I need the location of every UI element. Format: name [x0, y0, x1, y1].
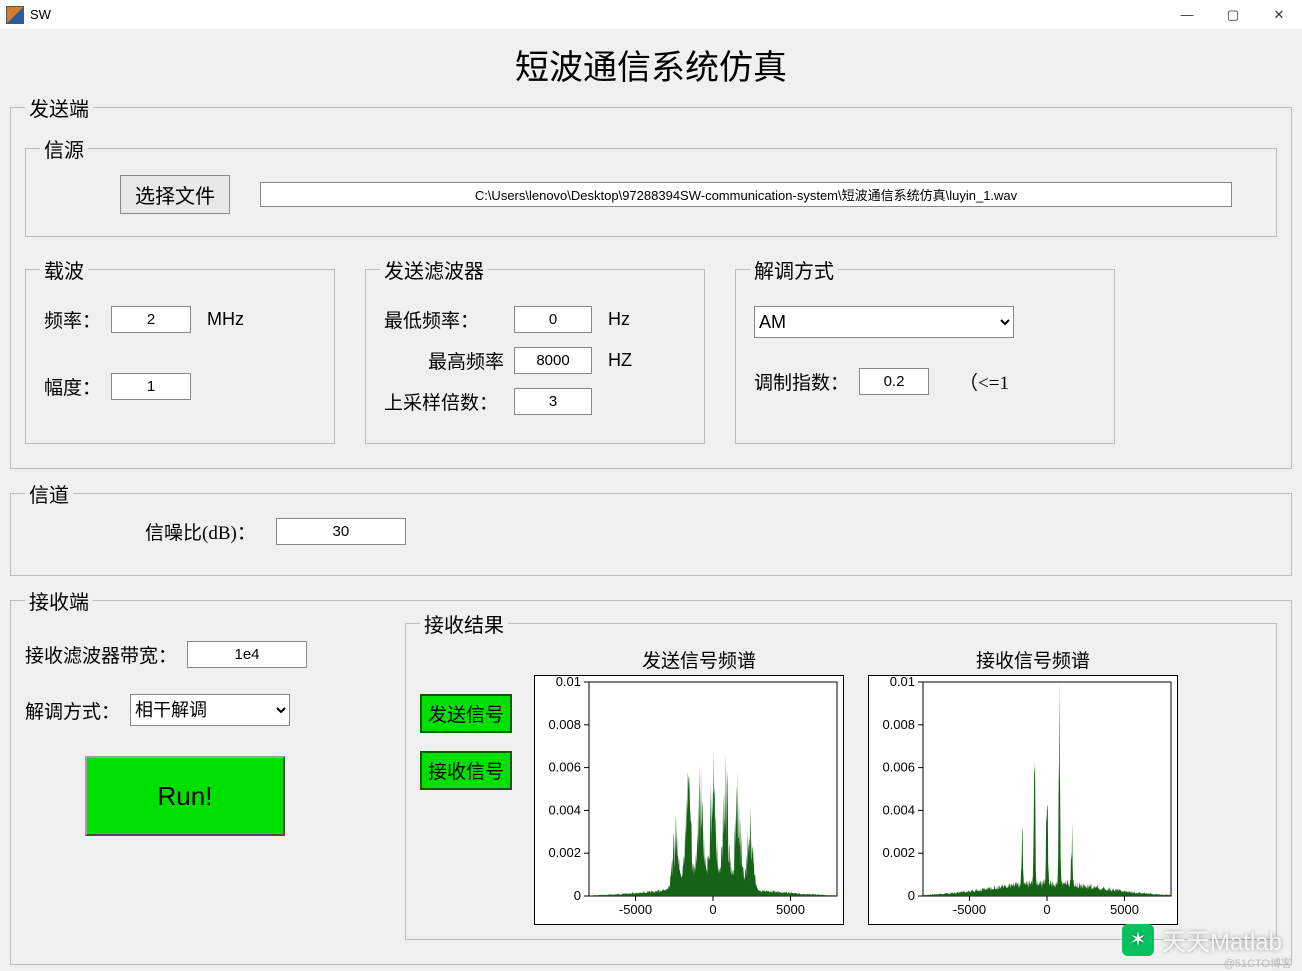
svg-text:-5000: -5000 — [619, 902, 652, 917]
tx-spectrum-plot: 发送信号频谱 0 0.002 0.004 0.006 0.008 0.01 -5000 0 50… — [534, 646, 864, 925]
source-panel: 信源 选择文件 — [25, 134, 1277, 237]
choose-file-button[interactable]: 选择文件 — [120, 175, 230, 214]
mod-index-field[interactable] — [859, 368, 929, 395]
minimize-button[interactable]: — — [1164, 0, 1210, 30]
results-legend: 接收结果 — [420, 609, 508, 638]
svg-text:0.004: 0.004 — [882, 802, 915, 817]
tx-signal-button[interactable]: 发送信号 — [420, 694, 512, 733]
carrier-amp-field[interactable] — [111, 373, 191, 400]
rx-signal-button[interactable]: 接收信号 — [420, 751, 512, 790]
carrier-panel: 载波 频率： MHz 幅度： — [25, 255, 335, 444]
receiver-panel: 接收端 接收滤波器带宽： 解调方式： 相干解调 Run! 接收结果 发送信 — [10, 586, 1292, 965]
tx-high-label: 最高频率 — [384, 347, 504, 374]
window-titlebar: SW — ▢ ✕ — [0, 0, 1302, 30]
tx-low-label: 最低频率： — [384, 306, 504, 333]
carrier-freq-unit: MHz — [207, 309, 244, 330]
receiver-legend: 接收端 — [25, 586, 93, 615]
modulation-legend: 解调方式 — [750, 255, 838, 284]
svg-text:5000: 5000 — [1110, 902, 1139, 917]
file-path-field[interactable] — [260, 182, 1232, 207]
svg-text:5000: 5000 — [776, 902, 805, 917]
transmitter-panel: 发送端 信源 选择文件 载波 频率： MHz 幅度： — [10, 93, 1292, 469]
svg-text:0.01: 0.01 — [556, 675, 581, 689]
svg-text:0: 0 — [1043, 902, 1050, 917]
svg-text:0.01: 0.01 — [890, 675, 915, 689]
svg-text:0.006: 0.006 — [882, 760, 915, 775]
svg-text:0: 0 — [709, 902, 716, 917]
maximize-button[interactable]: ▢ — [1210, 0, 1256, 30]
tx-low-unit: Hz — [608, 309, 630, 330]
rx-demod-select[interactable]: 相干解调 — [130, 694, 290, 726]
results-panel: 接收结果 发送信号 接收信号 发送信号频谱 0 0.002 0.004 0.006 0.… — [405, 609, 1277, 940]
transmitter-legend: 发送端 — [25, 93, 93, 122]
svg-text:0.004: 0.004 — [548, 802, 581, 817]
rx-spectrum-plot: 接收信号频谱 0 0.002 0.004 0.006 0.008 0.01 -5000 0 50… — [868, 646, 1198, 925]
channel-legend: 信道 — [25, 479, 73, 508]
tx-filter-legend: 发送滤波器 — [380, 255, 488, 284]
mod-index-label: 调制指数： — [754, 368, 849, 395]
svg-text:0.002: 0.002 — [548, 845, 581, 860]
carrier-freq-field[interactable] — [111, 306, 191, 333]
tx-upsample-label: 上采样倍数： — [384, 388, 504, 415]
tx-upsample-field[interactable] — [514, 388, 592, 415]
rx-bw-label: 接收滤波器带宽： — [25, 641, 177, 668]
modulation-panel: 解调方式 AM 调制指数： （<=1 — [735, 255, 1115, 444]
svg-text:0: 0 — [574, 888, 581, 903]
source-legend: 信源 — [40, 134, 88, 163]
rx-spectrum-axes: 0 0.002 0.004 0.006 0.008 0.01 -5000 0 5000 — [868, 675, 1178, 925]
mod-index-hint: （<=1 — [959, 368, 1009, 395]
run-button[interactable]: Run! — [85, 756, 285, 836]
tx-high-field[interactable] — [514, 347, 592, 374]
tx-low-field[interactable] — [514, 306, 592, 333]
page-title: 短波通信系统仿真 — [10, 40, 1292, 89]
window-title: SW — [30, 7, 51, 22]
carrier-legend: 载波 — [40, 255, 88, 284]
tx-filter-panel: 发送滤波器 最低频率： Hz 最高频率 HZ 上采样倍数： — [365, 255, 705, 444]
svg-text:-5000: -5000 — [953, 902, 986, 917]
svg-text:0.002: 0.002 — [882, 845, 915, 860]
tx-spectrum-axes: 0 0.002 0.004 0.006 0.008 0.01 -5000 0 5000 — [534, 675, 844, 925]
tx-plot-title: 发送信号频谱 — [534, 646, 864, 673]
svg-text:0.008: 0.008 — [548, 717, 581, 732]
rx-demod-label: 解调方式： — [25, 697, 120, 724]
svg-text:0.008: 0.008 — [882, 717, 915, 732]
modulation-select[interactable]: AM — [754, 306, 1014, 338]
carrier-freq-label: 频率： — [44, 306, 101, 333]
snr-field[interactable] — [276, 518, 406, 545]
channel-panel: 信道 信噪比(dB)： — [10, 479, 1292, 576]
rx-plot-title: 接收信号频谱 — [868, 646, 1198, 673]
figure-body: 短波通信系统仿真 发送端 信源 选择文件 载波 频率： MHz 幅度： — [0, 30, 1302, 971]
tx-high-unit: HZ — [608, 350, 632, 371]
carrier-amp-label: 幅度： — [44, 373, 101, 400]
snr-label: 信噪比(dB)： — [145, 518, 256, 545]
watermark-sub: @51CTO博客 — [1224, 955, 1292, 971]
svg-text:0: 0 — [908, 888, 915, 903]
close-button[interactable]: ✕ — [1256, 0, 1302, 30]
rx-bw-field[interactable] — [187, 641, 307, 668]
app-icon — [6, 6, 24, 24]
svg-text:0.006: 0.006 — [548, 760, 581, 775]
